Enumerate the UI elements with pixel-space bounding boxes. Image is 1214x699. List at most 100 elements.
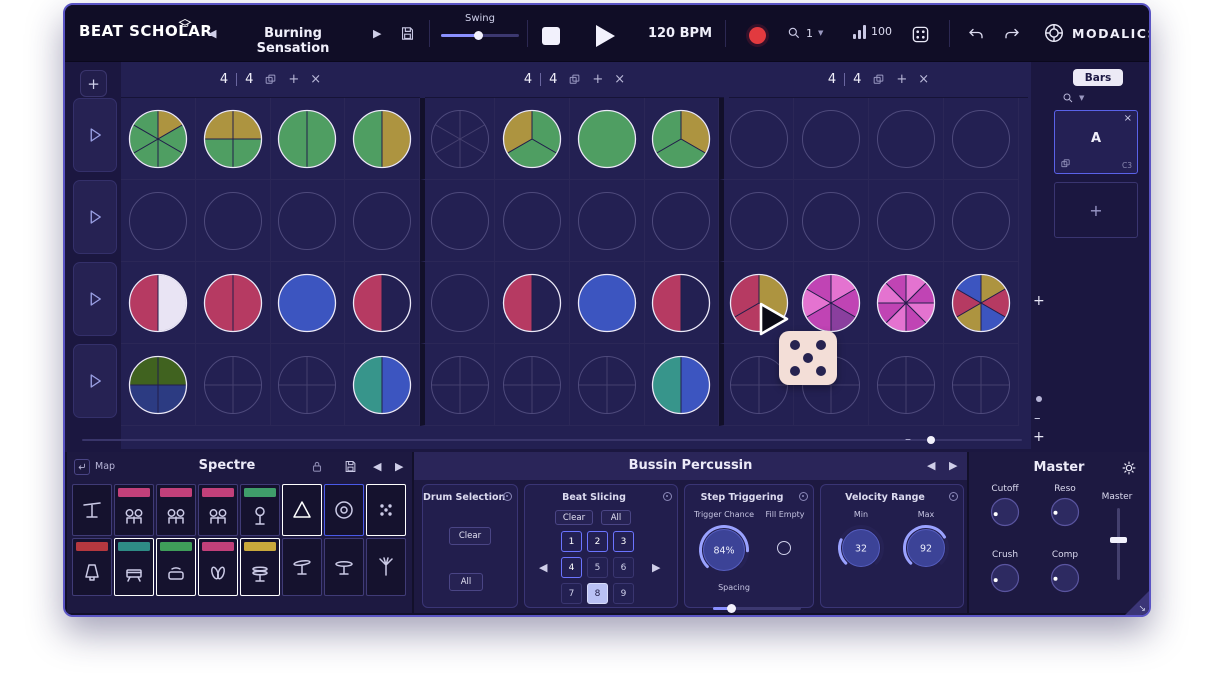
- save-preset-button[interactable]: [399, 25, 416, 42]
- redo-button[interactable]: [1003, 26, 1021, 46]
- beat-cell-r1-c6[interactable]: [495, 98, 570, 180]
- slice-count-7[interactable]: 7: [561, 583, 582, 604]
- spacing-slider[interactable]: [713, 607, 801, 610]
- beat-cell-r3-c3[interactable]: [271, 262, 346, 344]
- reso-knob[interactable]: [1050, 497, 1080, 531]
- trigger-chance-knob[interactable]: 84%: [697, 523, 751, 581]
- play-button[interactable]: [593, 23, 617, 53]
- beat-cell-r2-c6[interactable]: [495, 180, 570, 262]
- vertical-zoom-thumb[interactable]: [1036, 396, 1042, 402]
- beat-cell-r1-c1[interactable]: [121, 98, 196, 180]
- modalics-logo[interactable]: MODALICS: [1043, 22, 1151, 44]
- velocity-min-knob[interactable]: 32: [836, 523, 886, 577]
- drum-pad-cowbell[interactable]: [72, 538, 112, 596]
- slice-count-5[interactable]: 5: [587, 557, 608, 578]
- time-signature[interactable]: 44: [524, 72, 558, 87]
- slice-count-4[interactable]: 4: [561, 557, 582, 578]
- copy-bar-icon[interactable]: [872, 73, 885, 86]
- beat-cell-r1-c12[interactable]: [944, 98, 1019, 180]
- next-drum-button[interactable]: ▶: [949, 460, 957, 471]
- slice-count-2[interactable]: 2: [587, 531, 608, 552]
- crush-knob[interactable]: [990, 563, 1020, 597]
- prev-preset-button[interactable]: ◀: [208, 28, 216, 39]
- beat-cell-r2-c11[interactable]: [869, 180, 944, 262]
- beat-cell-r2-c4[interactable]: [345, 180, 420, 262]
- slice-count-8[interactable]: 8: [587, 583, 608, 604]
- zoom-out-vertical-button[interactable]: –: [1034, 411, 1041, 426]
- lock-icon[interactable]: [310, 459, 324, 474]
- add-bar-icon[interactable]: +: [592, 73, 603, 86]
- hscroll-track[interactable]: [82, 439, 1022, 441]
- slice-count-1[interactable]: 1: [561, 531, 582, 552]
- copy-pattern-icon[interactable]: [1060, 158, 1071, 169]
- beat-cell-r4-c12[interactable]: [944, 344, 1019, 426]
- beat-cell-r4-c6[interactable]: [495, 344, 570, 426]
- beat-cell-r2-c2[interactable]: [196, 180, 271, 262]
- preset-name[interactable]: Burning Sensation: [227, 26, 359, 56]
- velocity-max-knob[interactable]: 92: [901, 523, 951, 577]
- beat-cell-r3-c1[interactable]: [121, 262, 196, 344]
- slice-count-6[interactable]: 6: [613, 557, 634, 578]
- drum-pad-shaker-dots[interactable]: [366, 484, 406, 536]
- add-bar-icon[interactable]: +: [896, 73, 907, 86]
- map-label[interactable]: Map: [95, 461, 115, 472]
- beat-cell-r2-c8[interactable]: [645, 180, 720, 262]
- copy-bar-icon[interactable]: [264, 73, 277, 86]
- hscroll-thumb[interactable]: [927, 436, 935, 444]
- prev-drum-button[interactable]: ◀: [927, 460, 935, 471]
- row-play-button-4[interactable]: [73, 344, 117, 418]
- beat-cell-r2-c9[interactable]: [719, 180, 794, 262]
- all-slices-button[interactable]: All: [601, 510, 631, 525]
- record-button[interactable]: [749, 27, 766, 44]
- drum-pad-ride-cymbal[interactable]: [324, 538, 364, 596]
- bpm-display[interactable]: 120 BPM: [643, 26, 717, 41]
- map-collapse-button[interactable]: [74, 459, 90, 475]
- beat-cell-r1-c9[interactable]: [719, 98, 794, 180]
- drum-pad-kick-drum[interactable]: [324, 484, 364, 536]
- time-signature[interactable]: 44: [828, 72, 862, 87]
- all-drums-button[interactable]: All: [449, 573, 483, 591]
- add-bar-icon[interactable]: +: [288, 73, 299, 86]
- row-play-button-2[interactable]: [73, 180, 117, 254]
- swing-slider[interactable]: [441, 34, 519, 37]
- beat-cell-r4-c4[interactable]: [345, 344, 420, 426]
- step-triggering-toggle[interactable]: [799, 492, 808, 501]
- beat-cell-r3-c4[interactable]: [345, 262, 420, 344]
- add-pattern-button[interactable]: +: [1054, 182, 1138, 238]
- beat-cell-r1-c11[interactable]: [869, 98, 944, 180]
- clear-slices-button[interactable]: Clear: [555, 510, 593, 525]
- delete-bar-icon[interactable]: ×: [614, 73, 625, 86]
- fill-empty-toggle[interactable]: [777, 541, 791, 555]
- drum-pad-snare-drum[interactable]: [114, 538, 154, 596]
- velocity-meter-control[interactable]: 100: [853, 25, 892, 39]
- spacing-slider-thumb[interactable]: [727, 604, 736, 613]
- beat-cell-r1-c8[interactable]: [645, 98, 720, 180]
- drum-pad-e-pad[interactable]: [156, 538, 196, 596]
- drum-pad-triangle[interactable]: [282, 484, 322, 536]
- beat-cell-r1-c2[interactable]: [196, 98, 271, 180]
- drum-pad-brush[interactable]: [366, 538, 406, 596]
- beat-cell-r4-c5[interactable]: [420, 344, 495, 426]
- randomize-dice-button[interactable]: [911, 25, 930, 48]
- beat-cell-r3-c7[interactable]: [570, 262, 645, 344]
- slice-count-3[interactable]: 3: [613, 531, 634, 552]
- beat-cell-r4-c2[interactable]: [196, 344, 271, 426]
- chevron-down-icon[interactable]: ▼: [818, 29, 823, 37]
- comp-knob[interactable]: [1050, 563, 1080, 597]
- time-signature[interactable]: 44: [220, 72, 254, 87]
- prev-kit-button[interactable]: ◀: [373, 461, 381, 472]
- next-slice-button[interactable]: ▶: [652, 562, 660, 573]
- prev-slice-button[interactable]: ◀: [539, 562, 547, 573]
- beat-slicing-toggle[interactable]: [663, 492, 672, 501]
- delete-pattern-icon[interactable]: ×: [1124, 113, 1132, 124]
- beat-cell-r3-c8[interactable]: [645, 262, 720, 344]
- pattern-search-control[interactable]: ▼: [1062, 92, 1084, 104]
- add-row-button[interactable]: +: [80, 70, 107, 97]
- beat-cell-r4-c11[interactable]: [869, 344, 944, 426]
- drum-pad-crash-cymbal[interactable]: [282, 538, 322, 596]
- beat-cell-r4-c8[interactable]: [645, 344, 720, 426]
- master-volume-thumb[interactable]: [1110, 537, 1127, 543]
- zoom-in-vertical-button[interactable]: +: [1033, 429, 1045, 445]
- beat-cell-r2-c12[interactable]: [944, 180, 1019, 262]
- beat-cell-r2-c5[interactable]: [420, 180, 495, 262]
